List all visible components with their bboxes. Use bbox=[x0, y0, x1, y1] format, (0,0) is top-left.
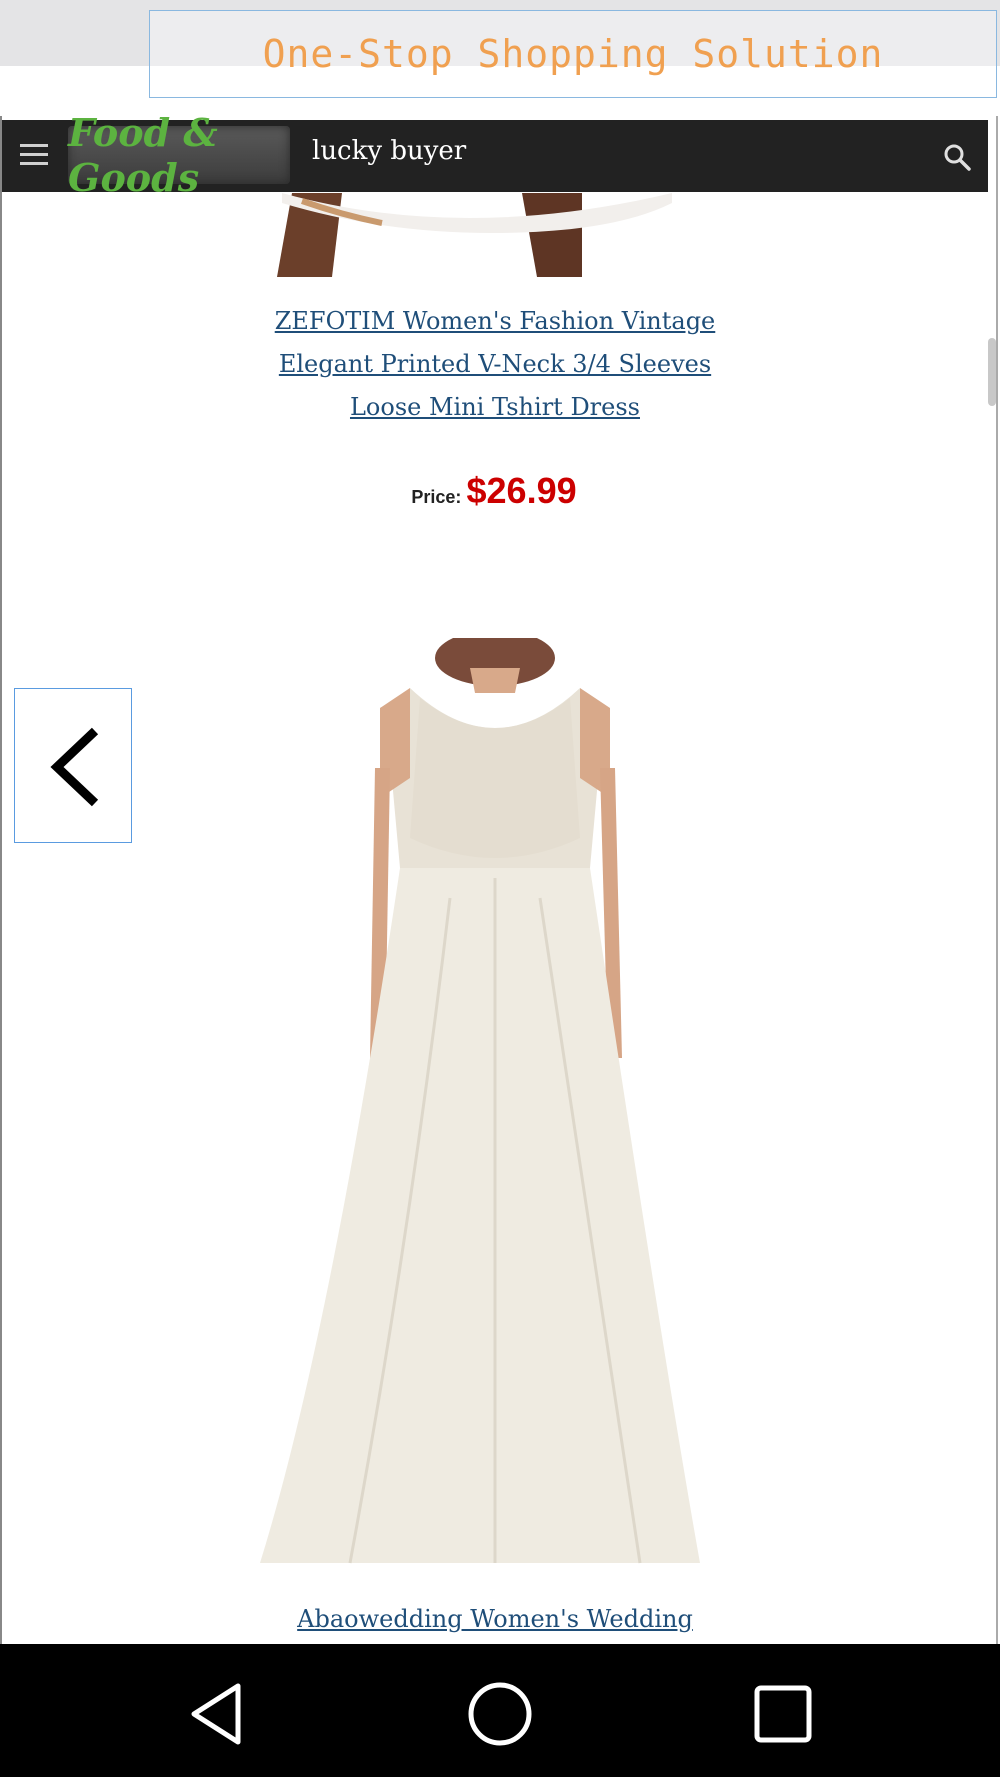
logo-text: Food & Goods bbox=[68, 110, 218, 200]
site-logo[interactable]: Food & Goods bbox=[68, 110, 290, 200]
product-title-link[interactable]: ZEFOTIM Women's Fashion Vintage Elegant … bbox=[240, 300, 750, 429]
carousel-back-button[interactable] bbox=[14, 688, 132, 843]
price-value: $26.99 bbox=[466, 470, 577, 511]
banner-text: One-Stop Shopping Solution bbox=[262, 32, 884, 76]
product-title-link[interactable]: Abaowedding Women's Wedding bbox=[240, 1598, 750, 1641]
price-label: Price: bbox=[411, 487, 462, 507]
product-image[interactable] bbox=[260, 638, 730, 1578]
scrollbar[interactable] bbox=[988, 338, 996, 406]
home-circle-icon[interactable] bbox=[460, 1674, 540, 1754]
search-input[interactable]: lucky buyer bbox=[312, 136, 466, 166]
product-title-line: Loose Mini Tshirt Dress bbox=[349, 393, 640, 421]
product-title-line: Abaowedding Women's Wedding bbox=[297, 1605, 693, 1633]
product-image[interactable] bbox=[262, 193, 692, 277]
top-navbar: Food & Goods lucky buyer bbox=[2, 110, 988, 200]
back-triangle-icon[interactable] bbox=[180, 1674, 260, 1754]
menu-icon[interactable] bbox=[20, 144, 48, 168]
system-nav-bar bbox=[0, 1644, 1000, 1777]
price-row: Price: $26.99 bbox=[0, 470, 988, 512]
search-icon[interactable] bbox=[942, 142, 972, 172]
product-title-line: Elegant Printed V-Neck 3/4 Sleeves bbox=[278, 350, 712, 378]
promo-banner[interactable]: One-Stop Shopping Solution bbox=[149, 10, 997, 98]
recents-square-icon[interactable] bbox=[743, 1674, 823, 1754]
chevron-left-icon bbox=[50, 727, 99, 807]
product-title-line: ZEFOTIM Women's Fashion Vintage bbox=[274, 307, 716, 335]
